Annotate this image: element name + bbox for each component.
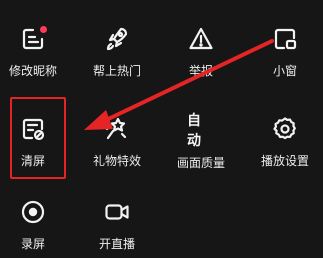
rocket-icon <box>103 26 131 52</box>
gear-icon <box>271 116 299 142</box>
menu-item-mini-window[interactable]: 小窗 <box>245 0 323 78</box>
menu-item-label: 画面质量 <box>176 156 225 170</box>
clear-screen-icon <box>19 116 47 142</box>
menu-item-go-live[interactable]: 开直播 <box>77 173 157 251</box>
menu-item-screen-record[interactable]: 录屏 <box>0 173 73 251</box>
video-camera-icon <box>103 199 131 225</box>
menu-item-picture-quality[interactable]: 自动 画面质量 <box>161 90 241 170</box>
gift-effects-icon <box>103 116 131 142</box>
record-icon <box>19 199 47 225</box>
menu-item-clear-screen[interactable]: 清屏 <box>0 90 73 168</box>
menu-item-label: 开直播 <box>98 237 135 251</box>
edit-profile-icon <box>19 26 47 52</box>
menu-item-label: 录屏 <box>20 237 45 251</box>
menu-item-playback-settings[interactable]: 播放设置 <box>245 90 323 168</box>
warning-icon <box>187 26 215 52</box>
picture-in-picture-icon <box>271 26 299 52</box>
menu-item-boost-trending[interactable]: 帮上热门 <box>77 0 157 78</box>
menu-item-label: 修改昵称 <box>8 64 57 78</box>
menu-item-report[interactable]: 举报 <box>161 0 241 78</box>
menu-item-label: 帮上热门 <box>92 64 141 78</box>
notification-dot <box>40 26 47 33</box>
menu-item-edit-profile[interactable]: 修改昵称 <box>0 0 73 78</box>
menu-item-label: 清屏 <box>20 154 45 168</box>
quality-auto-icon: 自动 <box>187 113 215 149</box>
menu-item-gift-effects[interactable]: 礼物特效 <box>77 90 157 168</box>
menu-item-label: 播放设置 <box>260 154 309 168</box>
menu-item-label: 举报 <box>188 64 213 78</box>
menu-item-label: 礼物特效 <box>92 154 141 168</box>
menu-item-label: 小窗 <box>272 64 297 78</box>
quality-auto-text: 自动 <box>187 113 202 149</box>
